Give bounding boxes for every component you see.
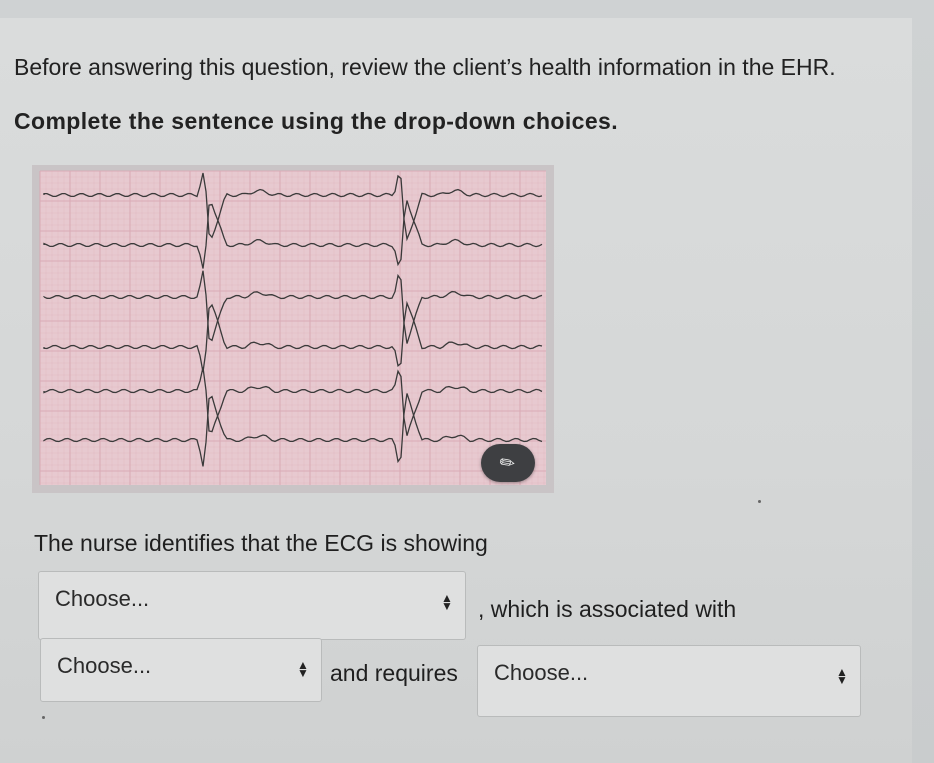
updown-arrow-icon: ▲ ▼	[441, 591, 453, 613]
screen-speck	[758, 500, 761, 503]
dropdown-association[interactable]: Choose... ▲ ▼	[40, 638, 322, 702]
ecg-image	[32, 165, 554, 493]
stem-instruction: Before answering this question, review t…	[14, 54, 836, 80]
dropdown-rhythm-value: Choose...	[55, 586, 150, 611]
question-stem: Before answering this question, review t…	[14, 40, 874, 148]
edit-image-button[interactable]: ✎	[481, 444, 535, 482]
pencil-slash-icon: ✎	[496, 450, 520, 476]
dropdown-intervention[interactable]: Choose... ▲ ▼	[477, 645, 861, 717]
updown-arrow-icon: ▲ ▼	[836, 665, 848, 687]
sentence-part3: and requires	[330, 660, 458, 686]
ecg-strip	[39, 170, 546, 485]
updown-arrow-icon: ▲ ▼	[297, 658, 309, 680]
screen-speck	[42, 716, 45, 719]
dropdown-association-value: Choose...	[57, 653, 152, 678]
dropdown-rhythm[interactable]: Choose... ▲ ▼	[38, 571, 466, 640]
stem-directive: Complete the sentence using the drop-dow…	[14, 108, 619, 134]
dropdown-intervention-value: Choose...	[494, 660, 589, 685]
sentence-part2: , which is associated with	[478, 596, 737, 622]
sentence-part1: The nurse identifies that the ECG is sho…	[34, 530, 488, 556]
